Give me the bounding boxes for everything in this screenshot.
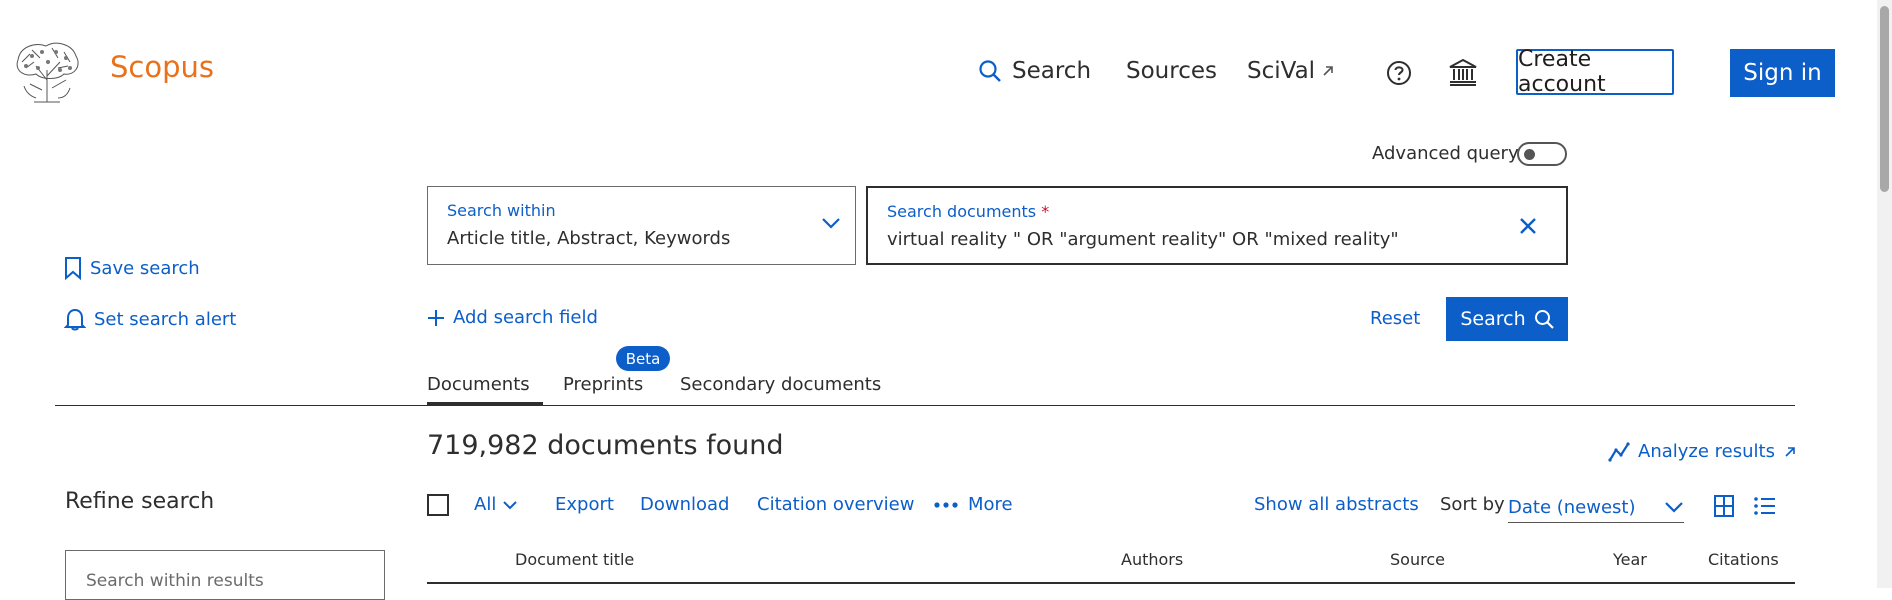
all-label: All [474,494,497,515]
create-account-button[interactable]: Create account [1516,47,1674,97]
reset-button[interactable]: Reset [1370,308,1420,329]
chevron-down-icon [1664,501,1684,513]
column-header-citations[interactable]: Citations [1708,550,1779,569]
advanced-query-toggle[interactable] [1517,142,1567,166]
search-within-value: Article title, Abstract, Keywords [447,228,731,249]
analyze-results-link[interactable]: Analyze results [1608,441,1797,462]
search-documents-field[interactable]: Search documents * virtual reality " OR … [866,186,1568,265]
all-dropdown[interactable]: All [474,494,518,515]
nav-search[interactable]: Search [978,58,1091,84]
elsevier-logo[interactable] [12,40,82,104]
search-within-results-input[interactable]: Search within results [65,550,385,600]
more-label: More [968,494,1013,515]
set-search-alert-link[interactable]: Set search alert [64,307,236,331]
nav-search-label: Search [1012,58,1092,84]
bookmark-icon [64,256,82,280]
tab-divider [55,405,1795,406]
sign-in-button[interactable]: Sign in [1730,49,1835,97]
column-header-source[interactable]: Source [1390,550,1445,569]
search-within-select[interactable]: Search within Article title, Abstract, K… [427,186,856,265]
search-documents-label: Search documents * [887,202,1050,221]
table-header-divider [427,582,1795,584]
scrollbar-thumb[interactable] [1880,6,1889,192]
sort-value: Date (newest) [1508,496,1636,518]
search-button-label: Search [1460,308,1526,330]
more-button[interactable]: More [934,494,1013,515]
nav-scival-label: SciVal [1247,58,1316,84]
search-documents-input[interactable]: virtual reality " OR "argument reality" … [887,229,1399,250]
list-view-icon[interactable] [1754,497,1776,515]
refine-search-heading: Refine search [65,489,215,514]
toggle-knob [1524,149,1535,160]
institution-icon[interactable] [1448,58,1478,86]
search-within-label: Search within [447,201,556,220]
tab-preprints[interactable]: Preprints [563,374,643,395]
select-all-checkbox[interactable] [427,494,449,516]
download-button[interactable]: Download [640,494,729,515]
trend-icon [1608,441,1630,462]
add-search-field-label: Add search field [453,307,598,328]
search-icon [1534,309,1554,329]
column-header-authors[interactable]: Authors [1121,550,1183,569]
show-all-abstracts-button[interactable]: Show all abstracts [1254,494,1419,515]
search-button[interactable]: Search [1446,297,1568,341]
chevron-down-icon [821,217,841,229]
nav-scival[interactable]: SciVal [1247,58,1335,84]
save-search-label: Save search [90,257,200,279]
column-header-year[interactable]: Year [1613,550,1647,569]
sort-by-label: Sort by [1440,494,1505,515]
add-search-field-link[interactable]: Add search field [427,307,598,328]
brand-name[interactable]: Scopus [110,50,214,84]
search-icon [978,59,1002,83]
results-count: 719,982 documents found [427,430,784,461]
active-tab-indicator [427,402,543,406]
help-icon[interactable] [1386,60,1412,86]
advanced-query-label: Advanced query [1372,143,1519,164]
save-search-link[interactable]: Save search [64,256,200,280]
citation-overview-button[interactable]: Citation overview [757,494,914,515]
clear-icon[interactable] [1519,217,1537,235]
analyze-results-label: Analyze results [1638,441,1775,462]
beta-badge: Beta [616,346,670,371]
grid-view-icon[interactable] [1714,495,1734,517]
set-search-alert-label: Set search alert [94,308,237,330]
nav-sources[interactable]: Sources [1126,58,1217,84]
search-within-results-placeholder: Search within results [86,571,264,591]
plus-icon [427,309,445,327]
sort-select[interactable]: Date (newest) [1508,492,1684,523]
tab-documents[interactable]: Documents [427,374,530,395]
column-header-document-title[interactable]: Document title [515,550,634,569]
export-button[interactable]: Export [555,494,614,515]
chevron-down-icon [502,500,518,510]
tab-secondary-documents[interactable]: Secondary documents [680,374,881,395]
required-mark: * [1041,202,1050,221]
bell-icon [64,307,86,331]
external-link-icon [1321,64,1335,78]
more-icon [934,501,958,508]
external-link-icon [1783,445,1797,459]
